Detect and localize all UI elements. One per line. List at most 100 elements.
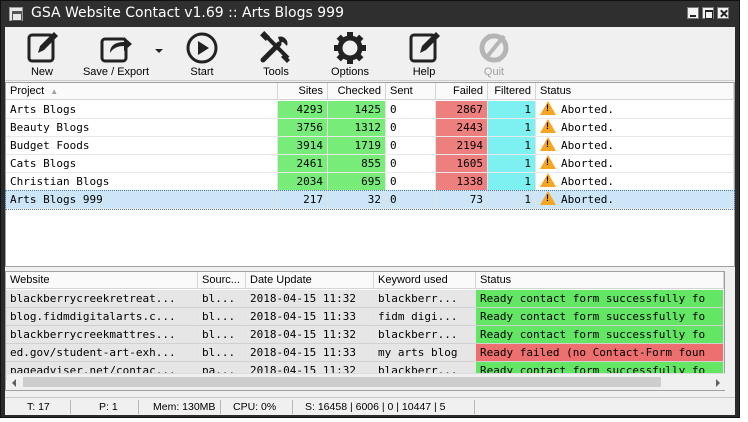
project-cell-sent: 0 bbox=[386, 155, 436, 173]
col-log-status-header[interactable]: Status bbox=[476, 272, 724, 289]
project-cell-status: Aborted. bbox=[536, 137, 734, 155]
log-cell-keyword: fidm digi... bbox=[374, 308, 476, 326]
app-icon bbox=[9, 7, 23, 21]
status-bar: T: 17 P: 1 Mem: 130MB CPU: 0% S: 16458 |… bbox=[5, 397, 735, 415]
save-export-button[interactable]: Save / Export bbox=[77, 29, 155, 79]
save-export-dropdown-arrow-icon[interactable] bbox=[155, 49, 163, 53]
col-source-header[interactable]: Sourc... bbox=[198, 272, 246, 289]
options-button[interactable]: Options bbox=[323, 29, 377, 79]
col-sent-header[interactable]: Sent bbox=[386, 83, 436, 100]
status-cpu: CPU: 0% bbox=[221, 400, 293, 414]
col-project-header[interactable]: Project ▲ bbox=[6, 83, 278, 100]
log-cell-keyword: my arts blog bbox=[374, 344, 476, 362]
project-cell-project: Arts Blogs 999 bbox=[6, 191, 278, 209]
col-keyword-header[interactable]: Keyword used bbox=[374, 272, 476, 289]
project-row[interactable]: Cats Blogs2461855016051 Aborted. bbox=[6, 155, 734, 173]
log-horizontal-scrollbar[interactable] bbox=[7, 373, 725, 390]
project-cell-project: Cats Blogs bbox=[6, 155, 278, 173]
help-label: Help bbox=[412, 66, 436, 78]
new-label: New bbox=[30, 66, 53, 78]
project-cell-filtered: 1 bbox=[488, 191, 536, 209]
start-button[interactable]: Start bbox=[175, 29, 229, 79]
log-cell-keyword: blackberr... bbox=[374, 290, 476, 308]
col-sites-header[interactable]: Sites bbox=[278, 83, 328, 100]
project-status-text: Aborted. bbox=[561, 121, 614, 134]
window-title: GSA Website Contact v1.69 :: Arts Blogs … bbox=[31, 5, 344, 21]
tools-button[interactable]: Tools bbox=[249, 29, 303, 79]
project-cell-sent: 0 bbox=[386, 173, 436, 191]
tools-label: Tools bbox=[263, 66, 289, 78]
log-cell-website: ed.gov/student-art-exh... bbox=[6, 344, 198, 362]
maximize-button[interactable] bbox=[702, 7, 714, 19]
scroll-thumb[interactable] bbox=[23, 377, 661, 387]
title-bar[interactable]: GSA Website Contact v1.69 :: Arts Blogs … bbox=[1, 1, 739, 27]
projects-grid-header: Project ▲ Sites Checked Sent Failed Filte… bbox=[6, 83, 734, 100]
warning-icon bbox=[540, 155, 556, 169]
play-icon bbox=[186, 32, 218, 64]
project-cell-failed: 73 bbox=[436, 191, 488, 209]
project-row[interactable]: Arts Blogs42931425028671 Aborted. bbox=[6, 101, 734, 119]
project-cell-project: Christian Blogs bbox=[6, 173, 278, 191]
col-date-header[interactable]: Date Update bbox=[246, 272, 374, 289]
project-row[interactable]: Budget Foods39141719021941 Aborted. bbox=[6, 137, 734, 155]
status-threads: T: 17 bbox=[5, 400, 71, 414]
log-cell-status: Ready contact form successfully fo bbox=[476, 308, 724, 326]
quit-button[interactable]: Quit bbox=[471, 29, 517, 79]
project-cell-sites: 3914 bbox=[278, 137, 328, 155]
project-cell-sent: 0 bbox=[386, 137, 436, 155]
scroll-left-icon[interactable] bbox=[12, 379, 16, 387]
log-row[interactable]: ed.gov/student-art-exh... bl... 2018-04-15… bbox=[6, 344, 724, 362]
project-row[interactable]: Christian Blogs2034695013381 Aborted. bbox=[6, 173, 734, 191]
project-cell-status: Aborted. bbox=[536, 173, 734, 191]
minimize-button[interactable] bbox=[687, 7, 699, 19]
project-cell-checked: 1312 bbox=[328, 119, 386, 137]
log-cell-date: 2018-04-15 11:32 bbox=[246, 290, 374, 308]
start-label: Start bbox=[190, 66, 214, 78]
scroll-right-icon[interactable] bbox=[716, 379, 720, 387]
project-cell-project: Beauty Blogs bbox=[6, 119, 278, 137]
log-cell-status: Ready contact form successfully fo bbox=[476, 290, 724, 308]
new-button[interactable]: New bbox=[13, 29, 71, 79]
log-cell-website: blackberrycreekmattres... bbox=[6, 326, 198, 344]
project-cell-checked: 32 bbox=[328, 191, 386, 209]
status-stats: S: 16458 | 6006 | 0 | 10447 | 5 bbox=[293, 400, 475, 414]
col-filtered-header[interactable]: Filtered bbox=[488, 83, 536, 100]
project-status-text: Aborted. bbox=[561, 175, 614, 188]
close-button[interactable] bbox=[717, 7, 729, 19]
help-button[interactable]: Help bbox=[397, 29, 451, 79]
log-row[interactable]: blog.fidmdigitalarts.c... bl... 2018-04-15… bbox=[6, 308, 724, 326]
project-cell-checked: 855 bbox=[328, 155, 386, 173]
log-grid-header: Website Sourc... Date Update Keyword use… bbox=[6, 272, 724, 289]
project-row[interactable]: Arts Blogs 999217320731 Aborted. bbox=[5, 190, 735, 210]
warning-icon bbox=[540, 173, 556, 187]
project-cell-project: Budget Foods bbox=[6, 137, 278, 155]
log-row[interactable]: blackberrycreekmattres... bl... 2018-04-15… bbox=[6, 326, 724, 344]
status-projects: P: 1 bbox=[71, 400, 139, 414]
project-row[interactable]: Beauty Blogs37561312024431 Aborted. bbox=[6, 119, 734, 137]
project-cell-filtered: 1 bbox=[488, 137, 536, 155]
log-row[interactable]: blackberrycreekretreat... bl... 2018-04-15… bbox=[6, 290, 724, 308]
help-icon bbox=[409, 32, 440, 63]
project-cell-filtered: 1 bbox=[488, 173, 536, 191]
log-cell-status: Ready failed (no Contact-Form foun bbox=[476, 344, 724, 362]
project-cell-failed: 2443 bbox=[436, 119, 488, 137]
project-cell-status: Aborted. bbox=[536, 155, 734, 173]
project-cell-sites: 217 bbox=[278, 191, 328, 209]
project-cell-sites: 3756 bbox=[278, 119, 328, 137]
col-checked-header[interactable]: Checked bbox=[328, 83, 386, 100]
export-icon bbox=[100, 37, 132, 63]
col-website-header[interactable]: Website bbox=[6, 272, 198, 289]
project-cell-filtered: 1 bbox=[488, 101, 536, 119]
client-area: New Save / Export Start Tools Options He… bbox=[5, 27, 735, 415]
log-grid[interactable]: Website Sourc... Date Update Keyword use… bbox=[5, 271, 725, 391]
projects-grid[interactable]: Project ▲ Sites Checked Sent Failed Filte… bbox=[5, 82, 735, 267]
project-cell-status: Aborted. bbox=[536, 191, 734, 209]
project-cell-sent: 0 bbox=[386, 119, 436, 137]
project-cell-filtered: 1 bbox=[488, 119, 536, 137]
log-cell-date: 2018-04-15 11:33 bbox=[246, 344, 374, 362]
quit-label: Quit bbox=[483, 66, 505, 78]
col-status-header[interactable]: Status bbox=[536, 83, 734, 100]
col-failed-header[interactable]: Failed bbox=[436, 83, 488, 100]
log-cell-website: blog.fidmdigitalarts.c... bbox=[6, 308, 198, 326]
warning-icon bbox=[540, 119, 556, 133]
